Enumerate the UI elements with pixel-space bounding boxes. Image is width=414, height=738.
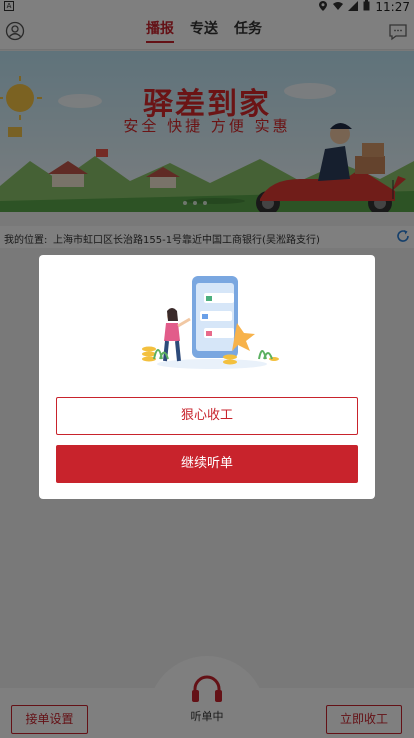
quit-work-button[interactable]: 狠心收工 bbox=[56, 397, 358, 435]
dialog-illustration bbox=[142, 276, 279, 369]
continue-listening-button[interactable]: 继续听单 bbox=[56, 445, 358, 483]
stop-work-dialog: 狠心收工 继续听单 bbox=[39, 255, 375, 499]
